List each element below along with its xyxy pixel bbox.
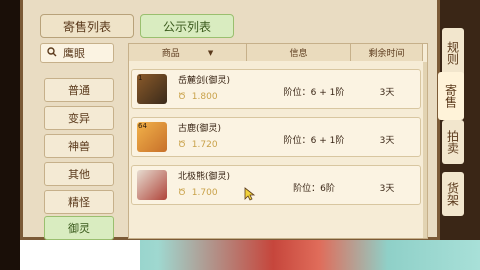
pet-info: 阶位：6 + 1阶 xyxy=(283,136,345,146)
deer-pet-icon: 64 xyxy=(137,122,167,152)
price: Ծ 1.700 xyxy=(178,188,218,198)
coin-icon: Ծ xyxy=(178,92,186,102)
filter-spirit[interactable]: 精怪 xyxy=(44,190,114,214)
side-tab-consign[interactable]: 寄售 xyxy=(438,72,464,120)
pet-name: 北极熊(御灵) xyxy=(178,172,231,182)
pet-level: 64 xyxy=(138,122,147,130)
sort-down-icon: ▼ xyxy=(207,48,214,57)
polar-bear-pet-icon xyxy=(137,170,167,200)
pet-info: 阶位：6 + 1阶 xyxy=(283,88,345,98)
filter-divine-beast[interactable]: 神兽 xyxy=(44,134,114,158)
scene-background xyxy=(20,240,480,270)
listing-table: 商品 ▼ 信息 剩余时间 1 岳麓剑(御灵) Ծ 1.800 阶位：6 + 1阶 … xyxy=(128,43,428,239)
coin-icon: Ծ xyxy=(178,188,186,198)
tab-public-list[interactable]: 公示列表 xyxy=(140,14,234,38)
sword-pet-icon: 1 xyxy=(137,74,167,104)
pet-level: 1 xyxy=(138,74,143,82)
filter-other[interactable]: 其他 xyxy=(44,162,114,186)
col-goods-label: 商品 xyxy=(161,49,180,59)
tab-sale-list[interactable]: 寄售列表 xyxy=(40,14,134,38)
col-info: 信息 xyxy=(247,44,351,61)
coin-icon: Ծ xyxy=(178,140,186,150)
filter-search[interactable]: 鹰眼 xyxy=(40,43,114,63)
remaining-time: 3天 xyxy=(379,184,395,194)
filter-normal[interactable]: 普通 xyxy=(44,78,114,102)
remaining-time: 3天 xyxy=(379,88,395,98)
price-value: 1.720 xyxy=(191,140,218,150)
filter-yuling[interactable]: 御灵 xyxy=(44,216,114,240)
pet-name: 古鹿(御灵) xyxy=(178,124,222,134)
listing-row[interactable]: 64 古鹿(御灵) Ծ 1.720 阶位：6 + 1阶 3天 xyxy=(131,117,421,157)
filter-header-label: 鹰眼 xyxy=(63,47,85,60)
price: Ծ 1.800 xyxy=(178,92,218,102)
price-value: 1.800 xyxy=(191,92,218,102)
filter-variant[interactable]: 变异 xyxy=(44,106,114,130)
side-tab-auction[interactable]: 拍卖 xyxy=(442,120,464,164)
pet-name: 岳麓剑(御灵) xyxy=(178,76,231,86)
price: Ծ 1.720 xyxy=(178,140,218,150)
side-tab-rules[interactable]: 规则 xyxy=(442,28,464,78)
listing-row[interactable]: 1 岳麓剑(御灵) Ծ 1.800 阶位：6 + 1阶 3天 xyxy=(131,69,421,109)
blank-area xyxy=(20,240,140,270)
search-icon xyxy=(47,46,57,60)
mouse-cursor-icon xyxy=(244,186,256,205)
listing-row[interactable]: 北极熊(御灵) Ծ 1.700 阶位：6阶 3天 xyxy=(131,165,421,205)
side-tab-shelf[interactable]: 货架 xyxy=(442,172,464,216)
col-time: 剩余时间 xyxy=(351,44,423,61)
remaining-time: 3天 xyxy=(379,136,395,146)
pet-info: 阶位：6阶 xyxy=(293,184,335,194)
scrollbar[interactable] xyxy=(423,62,427,238)
price-value: 1.700 xyxy=(191,188,218,198)
col-goods[interactable]: 商品 ▼ xyxy=(129,44,247,61)
